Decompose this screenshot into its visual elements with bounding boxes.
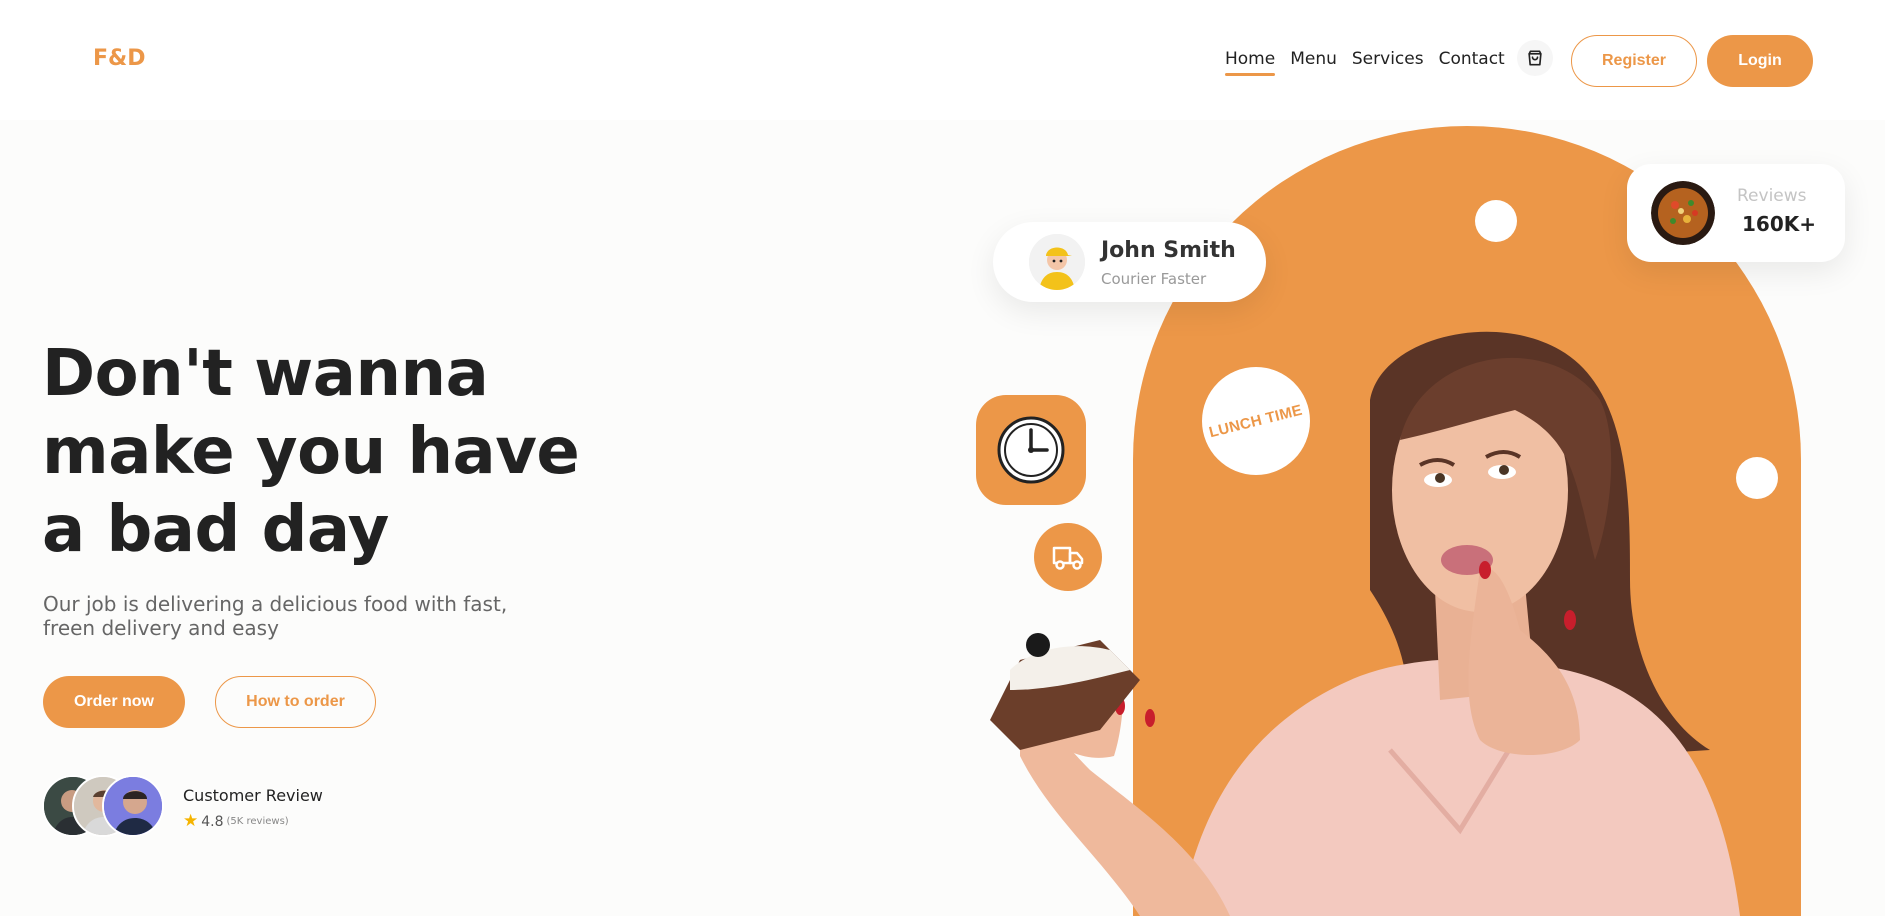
delivery-badge bbox=[1034, 523, 1102, 591]
clock-badge bbox=[976, 395, 1086, 505]
customer-review-title: Customer Review bbox=[183, 786, 323, 805]
avatar bbox=[102, 775, 164, 837]
star-icon: ★ bbox=[183, 811, 199, 831]
decorative-dot bbox=[1475, 200, 1517, 242]
woman-with-dessert-image bbox=[990, 331, 1740, 916]
rating-score: 4.8 bbox=[201, 813, 224, 830]
review-count: (5K reviews) bbox=[226, 816, 289, 827]
courier-card: John Smith Courier Faster bbox=[993, 222, 1266, 302]
reviews-label: Reviews bbox=[1737, 186, 1807, 206]
lunch-time-badge: LUNCH TIME bbox=[1202, 367, 1310, 475]
courier-avatar bbox=[1029, 234, 1085, 290]
food-plate-image bbox=[1651, 181, 1715, 245]
courier-name: John Smith bbox=[1101, 238, 1236, 263]
shopping-bag-icon bbox=[1528, 50, 1542, 66]
reviews-card: Reviews 160K+ bbox=[1627, 164, 1845, 262]
delivery-truck-icon bbox=[1052, 546, 1084, 570]
register-button[interactable]: Register bbox=[1571, 35, 1697, 87]
headline-line: make you have bbox=[42, 415, 580, 489]
how-to-order-button[interactable]: How to order bbox=[215, 676, 376, 728]
main-nav: Home Menu Services Contact bbox=[1225, 49, 1505, 76]
nav-contact-link[interactable]: Contact bbox=[1439, 49, 1505, 69]
subtext-line: freen delivery and easy bbox=[43, 616, 279, 640]
landing-page: F&D Home Menu Services Contact Register … bbox=[0, 0, 1885, 916]
brand-logo[interactable]: F&D bbox=[93, 46, 145, 71]
customer-review-rating: ★ 4.8 (5K reviews) bbox=[183, 813, 289, 830]
hero-headline: Don't wanna make you have a bad day bbox=[42, 335, 662, 569]
reviews-value: 160K+ bbox=[1742, 212, 1817, 236]
site-header: F&D Home Menu Services Contact Register … bbox=[0, 0, 1885, 120]
order-now-button[interactable]: Order now bbox=[43, 676, 185, 728]
nav-menu-link[interactable]: Menu bbox=[1290, 49, 1337, 69]
clock-icon bbox=[997, 416, 1065, 484]
cart-button[interactable] bbox=[1517, 40, 1553, 76]
headline-line: Don't wanna bbox=[42, 337, 489, 411]
login-button[interactable]: Login bbox=[1707, 35, 1813, 87]
customer-avatars bbox=[42, 775, 167, 837]
nav-services-link[interactable]: Services bbox=[1352, 49, 1424, 69]
subtext-line: Our job is delivering a delicious food w… bbox=[43, 592, 508, 616]
nav-home-link[interactable]: Home bbox=[1225, 49, 1276, 76]
hero-subtext: Our job is delivering a delicious food w… bbox=[43, 592, 563, 640]
courier-role: Courier Faster bbox=[1101, 270, 1207, 288]
lunch-time-text: LUNCH TIME bbox=[1207, 401, 1305, 441]
headline-line: a bad day bbox=[42, 493, 389, 567]
